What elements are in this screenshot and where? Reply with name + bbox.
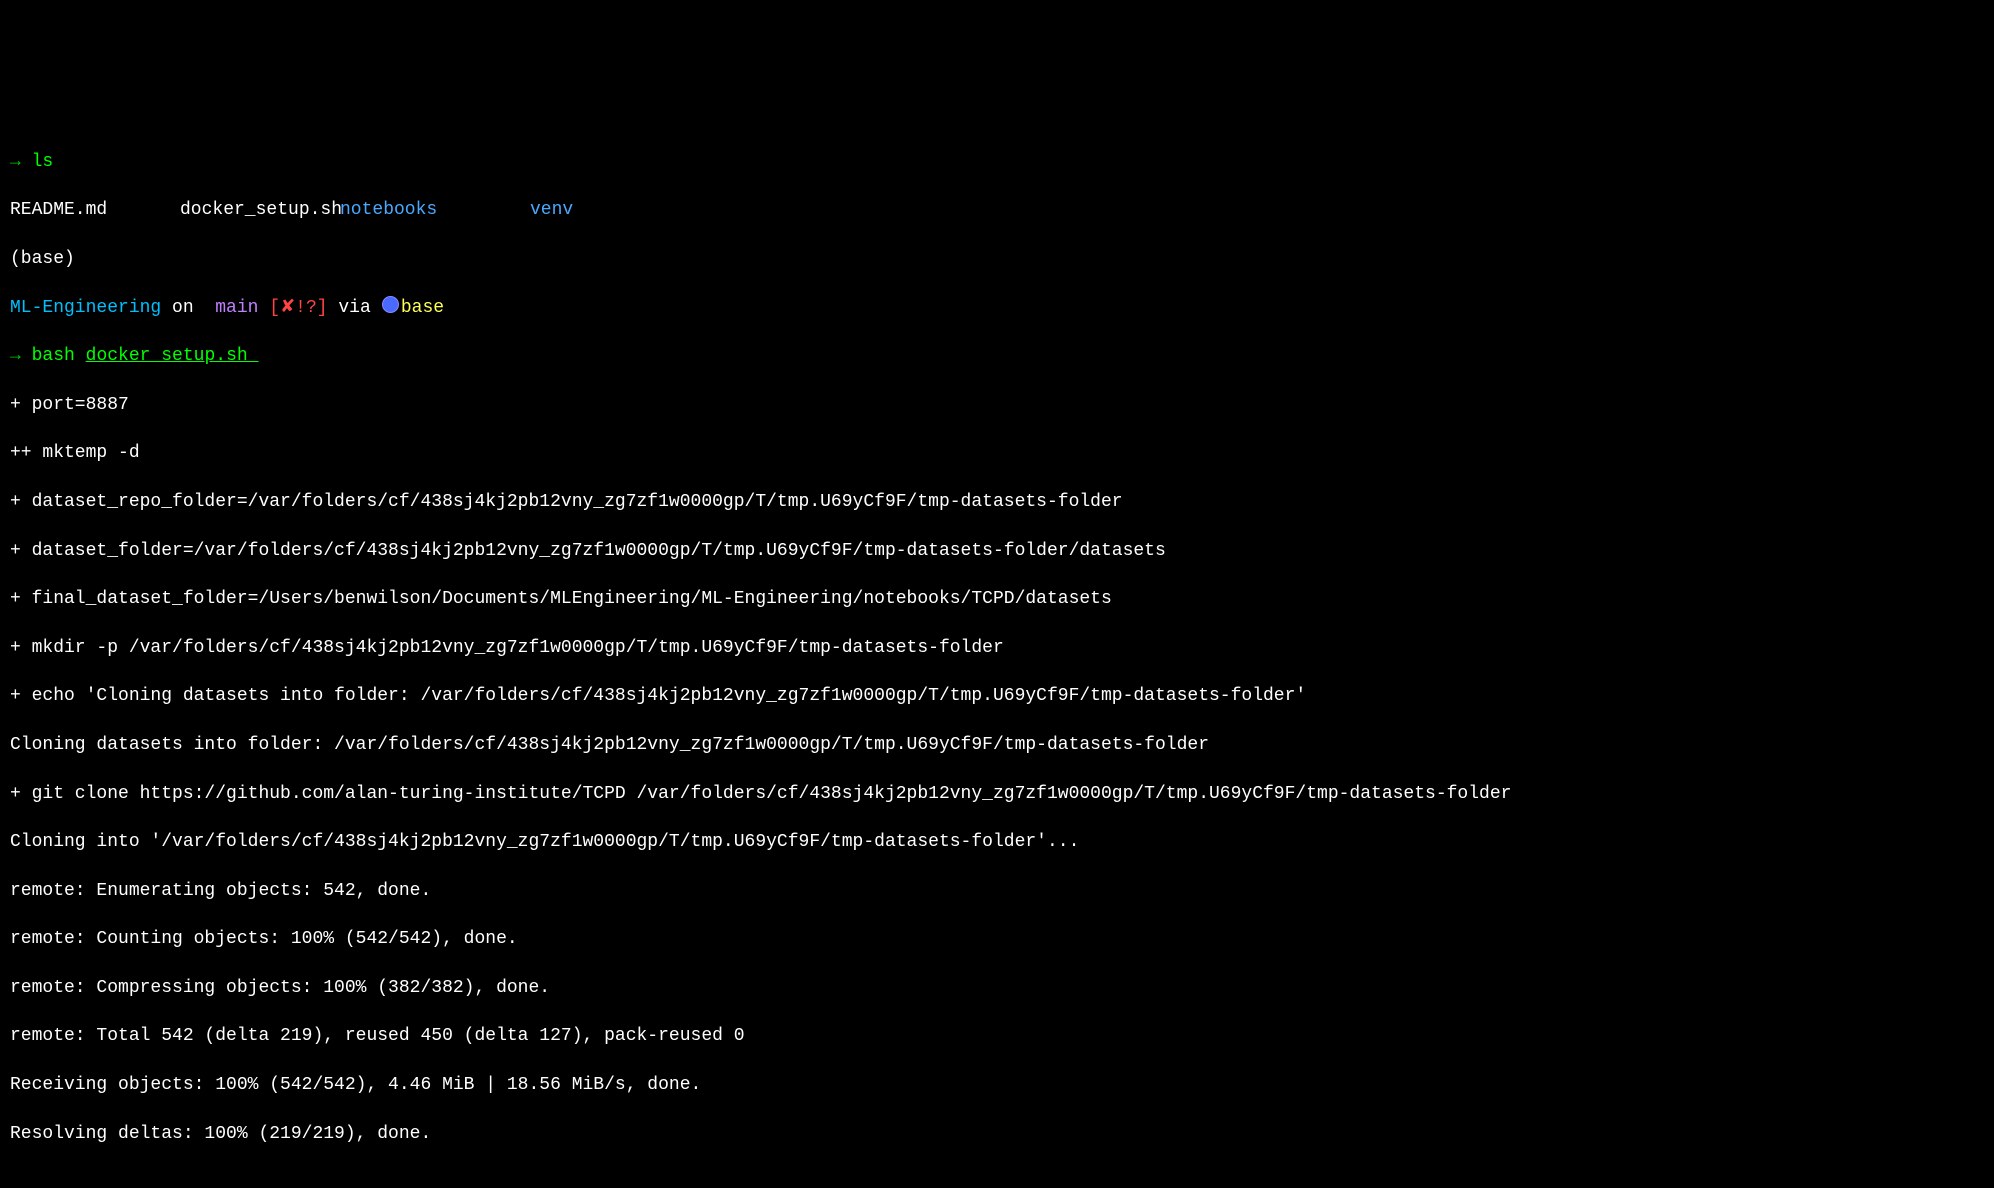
trace-line: Resolving deltas: 100% (219/219), done.	[10, 1122, 1984, 1146]
trace-line: remote: Total 542 (delta 219), reused 45…	[10, 1024, 1984, 1048]
env-indicator: (base)	[10, 247, 1984, 271]
trace-line: remote: Enumerating objects: 542, done.	[10, 879, 1984, 903]
prompt-arrow: →	[10, 346, 21, 366]
prompt-line-3: → bash docker_setup.sh	[10, 344, 1984, 368]
trace-line: Cloning datasets into folder: /var/folde…	[10, 733, 1984, 757]
ls-output: README.mddocker_setup.shnotebooksvenv	[10, 198, 1984, 222]
prompt-line-2: ML-Engineering on main [✘!?] via base	[10, 296, 1984, 320]
trace-line: remote: Counting objects: 100% (542/542)…	[10, 927, 1984, 951]
command-bash: bash	[32, 346, 86, 366]
command-arg: docker_setup.sh	[86, 346, 259, 366]
prompt-line-1: → ls	[10, 150, 1984, 174]
git-status: [✘!?]	[269, 298, 327, 318]
trace-line: remote: Compressing objects: 100% (382/3…	[10, 976, 1984, 1000]
env-name: base	[401, 298, 444, 318]
trace-line: + mkdir -p /var/folders/cf/438sj4kj2pb12…	[10, 636, 1984, 660]
file-docker-setup: docker_setup.sh	[180, 198, 340, 222]
folder-venv: venv	[530, 198, 630, 222]
trace-line: Receiving objects: 100% (542/542), 4.46 …	[10, 1073, 1984, 1097]
folder-notebooks: notebooks	[340, 198, 530, 222]
terminal-window[interactable]: → ls README.mddocker_setup.shnotebooksve…	[0, 121, 1994, 1174]
env-icon	[382, 296, 399, 313]
file-readme: README.md	[10, 198, 180, 222]
trace-line: + dataset_folder=/var/folders/cf/438sj4k…	[10, 539, 1984, 563]
trace-line: + git clone https://github.com/alan-turi…	[10, 782, 1984, 806]
trace-line: + dataset_repo_folder=/var/folders/cf/43…	[10, 490, 1984, 514]
trace-line: + port=8887	[10, 393, 1984, 417]
prompt-arrow: →	[10, 152, 21, 172]
command-ls: ls	[32, 152, 54, 172]
trace-line: + echo 'Cloning datasets into folder: /v…	[10, 684, 1984, 708]
trace-line: ++ mktemp -d	[10, 441, 1984, 465]
trace-line: Cloning into '/var/folders/cf/438sj4kj2p…	[10, 830, 1984, 854]
repo-name: ML-Engineering	[10, 298, 161, 318]
trace-line: + final_dataset_folder=/Users/benwilson/…	[10, 587, 1984, 611]
branch-name: main	[204, 298, 269, 318]
